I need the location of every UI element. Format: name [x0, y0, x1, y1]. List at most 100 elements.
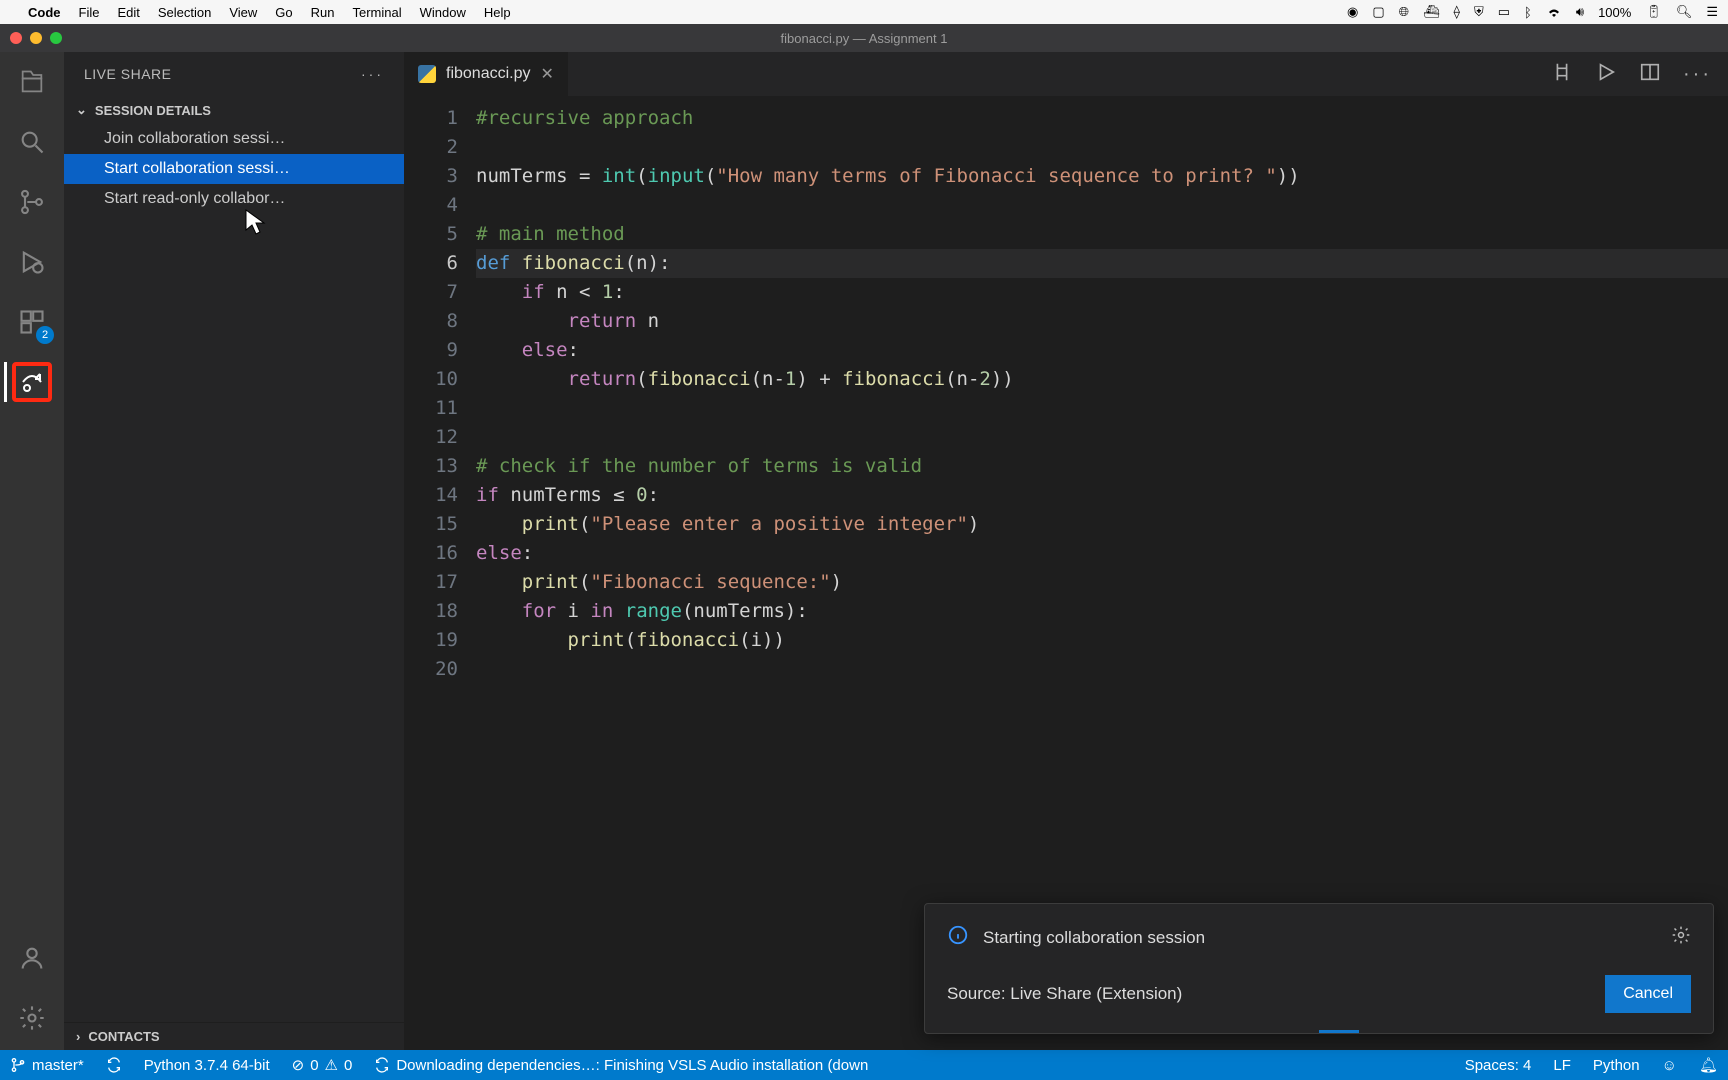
- code-line[interactable]: print(fibonacci(i)): [476, 626, 1728, 655]
- display-icon[interactable]: ▭: [1498, 4, 1510, 20]
- info-icon: [947, 924, 969, 951]
- menu-edit[interactable]: Edit: [117, 5, 139, 20]
- status-spaces[interactable]: Spaces: 4: [1465, 1057, 1532, 1074]
- line-number: 16: [404, 539, 458, 568]
- status-branch[interactable]: master*: [10, 1057, 84, 1074]
- code-line[interactable]: #recursive approach: [476, 104, 1728, 133]
- code-line[interactable]: [476, 191, 1728, 220]
- line-number: 6: [404, 249, 458, 278]
- status-branch-label: master*: [32, 1057, 84, 1074]
- globe-icon[interactable]: 🌐︎: [1399, 4, 1409, 20]
- sidebar-item[interactable]: Start read-only collabor…: [64, 184, 404, 214]
- compare-changes-icon[interactable]: [1551, 61, 1573, 88]
- code-line[interactable]: [476, 133, 1728, 162]
- live-share-icon[interactable]: [12, 362, 52, 402]
- status-download[interactable]: Downloading dependencies…: Finishing VSL…: [374, 1057, 868, 1074]
- status-bar: master* Python 3.7.4 64-bit ⊘0 ⚠0 Downlo…: [0, 1050, 1728, 1080]
- window-title: fibonacci.py — Assignment 1: [781, 31, 948, 46]
- search-icon[interactable]: [12, 122, 52, 162]
- line-number: 17: [404, 568, 458, 597]
- volume-icon[interactable]: 🔊︎: [1576, 4, 1584, 20]
- status-problems[interactable]: ⊘0 ⚠0: [292, 1056, 353, 1074]
- source-control-icon[interactable]: [12, 182, 52, 222]
- code-line[interactable]: print("Fibonacci sequence:"): [476, 568, 1728, 597]
- shield-icon[interactable]: ⛨: [1474, 4, 1484, 20]
- code-line[interactable]: return n: [476, 307, 1728, 336]
- line-number: 3: [404, 162, 458, 191]
- tab-open-file[interactable]: fibonacci.py ✕: [404, 52, 569, 96]
- minimize-window[interactable]: [30, 32, 42, 44]
- code-line[interactable]: else:: [476, 539, 1728, 568]
- zoom-window[interactable]: [50, 32, 62, 44]
- menu-terminal[interactable]: Terminal: [353, 5, 402, 20]
- close-window[interactable]: [10, 32, 22, 44]
- tab-label: fibonacci.py: [446, 65, 531, 83]
- split-editor-icon[interactable]: [1639, 61, 1661, 88]
- line-number: 14: [404, 481, 458, 510]
- line-number: 2: [404, 133, 458, 162]
- dropbox-icon[interactable]: ⟠: [1454, 4, 1460, 20]
- settings-icon[interactable]: [12, 998, 52, 1038]
- code-line[interactable]: [476, 423, 1728, 452]
- docker-icon[interactable]: ⛴: [1423, 4, 1440, 20]
- extensions-icon[interactable]: 2: [12, 302, 52, 342]
- status-warnings: 0: [344, 1057, 352, 1074]
- explorer-icon[interactable]: [12, 62, 52, 102]
- code-line[interactable]: else:: [476, 336, 1728, 365]
- mac-menubar: Code File Edit Selection View Go Run Ter…: [0, 0, 1728, 24]
- traffic-lights: [10, 32, 62, 44]
- notification-toast: Starting collaboration session Source: L…: [924, 903, 1714, 1034]
- menu-view[interactable]: View: [229, 5, 257, 20]
- sidebar-more-icon[interactable]: ···: [361, 66, 384, 82]
- sidebar-item[interactable]: Start collaboration sessi…: [64, 154, 404, 184]
- menu-go[interactable]: Go: [275, 5, 292, 20]
- run-icon[interactable]: [1595, 61, 1617, 88]
- battery-icon[interactable]: 🔋︎: [1645, 4, 1662, 20]
- code-line[interactable]: if numTerms ≤ 0:: [476, 481, 1728, 510]
- bluetooth-icon[interactable]: ᛒ: [1524, 5, 1532, 20]
- code-line[interactable]: # main method: [476, 220, 1728, 249]
- account-icon[interactable]: [12, 938, 52, 978]
- menu-run[interactable]: Run: [311, 5, 335, 20]
- mac-app-name[interactable]: Code: [28, 5, 61, 20]
- code-line[interactable]: [476, 394, 1728, 423]
- line-number: 12: [404, 423, 458, 452]
- spotlight-icon[interactable]: 🔍︎: [1676, 4, 1693, 20]
- dash-icon[interactable]: ▢: [1372, 4, 1384, 20]
- code-line[interactable]: [476, 655, 1728, 684]
- cancel-button[interactable]: Cancel: [1605, 975, 1691, 1013]
- section-session-details[interactable]: ⌄ SESSION DETAILS: [64, 96, 404, 124]
- menu-window[interactable]: Window: [420, 5, 466, 20]
- code-line[interactable]: return(fibonacci(n-1) + fibonacci(n-2)): [476, 365, 1728, 394]
- status-lang[interactable]: Python: [1593, 1057, 1640, 1074]
- code-line[interactable]: numTerms = int(input("How many terms of …: [476, 162, 1728, 191]
- section-contacts[interactable]: › CONTACTS: [64, 1022, 404, 1050]
- line-number: 15: [404, 510, 458, 539]
- sidebar-item[interactable]: Join collaboration sessi…: [64, 124, 404, 154]
- status-bell-icon[interactable]: 🔔︎: [1699, 1056, 1718, 1074]
- status-feedback-icon[interactable]: ☺: [1662, 1057, 1677, 1074]
- menu-icon[interactable]: ☰: [1706, 4, 1718, 20]
- menu-selection[interactable]: Selection: [158, 5, 211, 20]
- code-line[interactable]: for i in range(numTerms):: [476, 597, 1728, 626]
- code-line[interactable]: if n < 1:: [476, 278, 1728, 307]
- wifi-icon[interactable]: [1546, 6, 1562, 18]
- record-icon[interactable]: ◉: [1347, 4, 1358, 20]
- menu-help[interactable]: Help: [484, 5, 511, 20]
- code-line[interactable]: def fibonacci(n):: [476, 249, 1728, 278]
- code-line[interactable]: # check if the number of terms is valid: [476, 452, 1728, 481]
- menu-file[interactable]: File: [79, 5, 100, 20]
- code-line[interactable]: print("Please enter a positive integer"): [476, 510, 1728, 539]
- run-debug-icon[interactable]: [12, 242, 52, 282]
- more-icon[interactable]: ···: [1683, 63, 1712, 86]
- gear-icon[interactable]: [1671, 925, 1691, 950]
- line-number: 8: [404, 307, 458, 336]
- section-label: SESSION DETAILS: [95, 103, 211, 118]
- status-eol[interactable]: LF: [1553, 1057, 1571, 1074]
- close-icon[interactable]: ✕: [541, 64, 554, 84]
- line-number: 19: [404, 626, 458, 655]
- line-number: 7: [404, 278, 458, 307]
- status-sync-icon[interactable]: [106, 1057, 122, 1073]
- line-number: 13: [404, 452, 458, 481]
- status-python[interactable]: Python 3.7.4 64-bit: [144, 1057, 270, 1074]
